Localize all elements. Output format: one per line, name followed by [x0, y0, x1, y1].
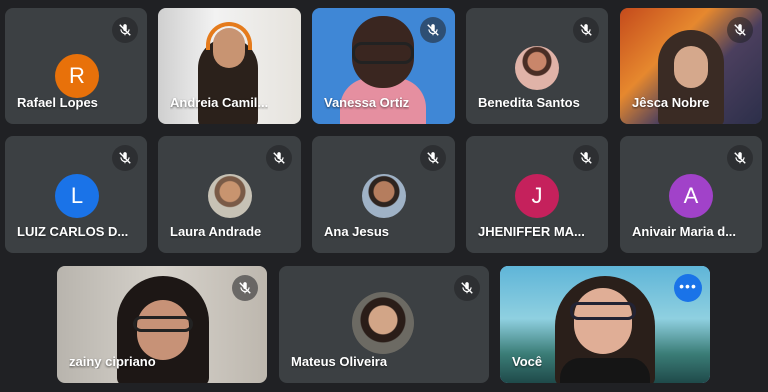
glasses	[133, 316, 193, 332]
participant-tile-jheniffer[interactable]: J JHENIFFER MA...	[466, 136, 608, 253]
participant-tile-zainy[interactable]: zainy cipriano	[57, 266, 267, 383]
participant-name: Anivair Maria d...	[632, 224, 737, 239]
participant-tile-benedita[interactable]: Benedita Santos	[466, 8, 608, 124]
mic-off-icon	[727, 145, 753, 171]
participant-tile-ana-jesus[interactable]: Ana Jesus	[312, 136, 455, 253]
participant-name: JHENIFFER MA...	[478, 224, 585, 239]
shirt	[560, 358, 650, 383]
face	[574, 288, 632, 354]
glasses	[570, 302, 636, 320]
mic-off-icon	[727, 17, 753, 43]
participant-tile-laura[interactable]: Laura Andrade	[158, 136, 301, 253]
mic-off-icon	[112, 17, 138, 43]
participant-name: Benedita Santos	[478, 95, 580, 110]
avatar	[352, 292, 414, 354]
avatar	[515, 46, 559, 90]
mic-off-icon	[454, 275, 480, 301]
avatar	[208, 174, 252, 218]
avatar: L	[55, 174, 99, 218]
mic-off-icon	[573, 17, 599, 43]
avatar	[362, 174, 406, 218]
avatar: J	[515, 174, 559, 218]
mic-off-icon	[573, 145, 599, 171]
face	[674, 46, 708, 88]
mic-off-icon	[420, 145, 446, 171]
mic-off-icon	[266, 145, 292, 171]
participant-tile-luiz-carlos[interactable]: L LUIZ CARLOS D...	[5, 136, 147, 253]
participant-tile-vanessa[interactable]: Vanessa Ortiz	[312, 8, 455, 124]
mic-off-icon	[420, 17, 446, 43]
participant-name: Mateus Oliveira	[291, 354, 388, 369]
avatar: R	[55, 54, 99, 98]
participant-name: zainy cipriano	[69, 354, 156, 369]
participant-name: Jêsca Nobre	[632, 95, 710, 110]
avatar: A	[669, 174, 713, 218]
participant-name: Você	[512, 354, 543, 369]
participant-tile-jesca[interactable]: Jêsca Nobre	[620, 8, 762, 124]
mic-off-icon	[112, 145, 138, 171]
participant-name: Rafael Lopes	[17, 95, 98, 110]
participant-tile-self[interactable]: Você •••	[500, 266, 710, 383]
participant-tile-andreia[interactable]: Andreia Camil...	[158, 8, 301, 124]
participant-name: Laura Andrade	[170, 224, 262, 239]
participant-tile-mateus[interactable]: Mateus Oliveira	[279, 266, 489, 383]
participant-name: Ana Jesus	[324, 224, 390, 239]
participant-tile-rafael-lopes[interactable]: R Rafael Lopes	[5, 8, 147, 124]
glasses	[352, 42, 414, 64]
participant-name: LUIZ CARLOS D...	[17, 224, 129, 239]
participant-tile-anivair[interactable]: A Anivair Maria d...	[620, 136, 762, 253]
more-options-icon[interactable]: •••	[674, 274, 702, 302]
participant-name: Vanessa Ortiz	[324, 95, 410, 110]
participant-name: Andreia Camil...	[170, 95, 269, 110]
mic-off-icon	[232, 275, 258, 301]
